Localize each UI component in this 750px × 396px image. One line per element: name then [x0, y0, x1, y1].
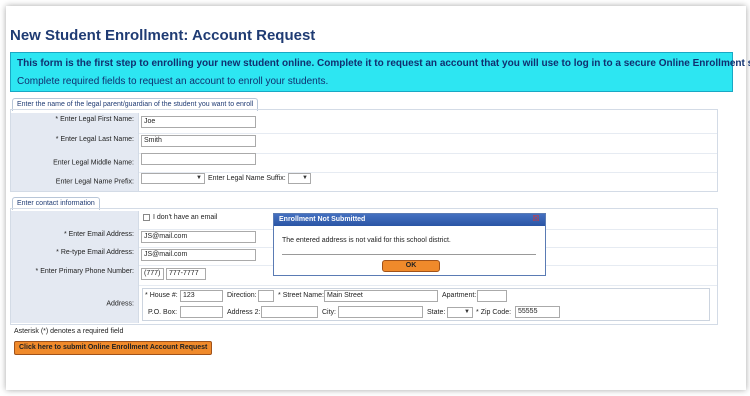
ok-button[interactable]: OK [382, 260, 440, 272]
street-input[interactable]: Main Street [324, 290, 438, 302]
required-note: Asterisk (*) denotes a required field [14, 328, 124, 335]
submit-button[interactable]: Click here to submit Online Enrollment A… [14, 341, 213, 355]
last-name-row: * Enter Legal Last Name: [11, 133, 717, 154]
city-input[interactable] [338, 306, 423, 318]
house-input[interactable]: 123 [180, 290, 223, 302]
banner-bold-text: This form is the first step to enrolling… [17, 58, 750, 69]
pobox-label: P.O. Box: [148, 309, 178, 316]
no-email-checkbox[interactable] [143, 214, 150, 221]
reemail-label: * Re-type Email Address: [11, 247, 139, 265]
phone-label: * Enter Primary Phone Number: [11, 265, 139, 285]
apartment-input[interactable] [477, 290, 507, 302]
city-label: City: [322, 309, 336, 316]
error-dialog: Enrollment Not Submitted ☒ The entered a… [273, 213, 546, 276]
suffix-label: Enter Legal Name Suffix: [208, 175, 286, 182]
state-select[interactable]: ▼ [447, 307, 473, 318]
zip-label: * Zip Code: [476, 309, 512, 316]
page-title: New Student Enrollment: Account Request [10, 27, 316, 44]
chevron-down-icon: ▼ [302, 175, 308, 181]
direction-input[interactable] [258, 290, 274, 302]
apartment-label: Apartment: [442, 292, 477, 299]
direction-label: Direction: [227, 292, 257, 299]
address2-input[interactable] [261, 306, 318, 318]
street-label: * Street Name: [278, 292, 324, 299]
state-label: State: [427, 309, 446, 316]
last-name-input[interactable]: Smith [141, 135, 256, 147]
zip-input[interactable]: 55555 [515, 306, 560, 318]
email-label: * Enter Email Address: [11, 229, 139, 247]
banner-text: Complete required fields to request an a… [17, 76, 329, 87]
middle-name-label: Enter Legal Middle Name: [11, 153, 139, 172]
dialog-body: The entered address is not valid for thi… [274, 226, 545, 275]
email-input[interactable]: JS@mail.com [141, 231, 256, 243]
info-banner: This form is the first step to enrolling… [10, 52, 750, 92]
address2-label: Address 2: [227, 309, 261, 316]
reemail-input[interactable]: JS@mail.com [141, 249, 256, 261]
last-name-label: * Enter Legal Last Name: [11, 133, 139, 153]
dialog-title: Enrollment Not Submitted [279, 216, 366, 223]
middle-name-input[interactable] [141, 153, 256, 165]
dialog-divider [282, 254, 536, 255]
address-label: Address: [11, 285, 139, 323]
chevron-down-icon: ▼ [464, 309, 470, 315]
prefix-row: Enter Legal Name Prefix: [11, 172, 717, 191]
dialog-header: Enrollment Not Submitted ☒ [274, 214, 545, 226]
prefix-select[interactable]: ▼ [141, 173, 205, 184]
dialog-message: The entered address is not valid for thi… [282, 237, 451, 244]
close-icon[interactable]: ☒ [532, 215, 540, 223]
first-name-row: * Enter Legal First Name: [11, 113, 717, 134]
no-email-spacer [11, 211, 139, 229]
parent-section: * Enter Legal First Name: * Enter Legal … [10, 109, 718, 192]
no-email-label: I don't have an email [153, 214, 218, 221]
phone-number-input[interactable]: 777-7777 [166, 268, 206, 280]
house-label: * House #: [145, 292, 178, 299]
phone-area-input[interactable]: (777) [141, 268, 164, 280]
middle-name-row: Enter Legal Middle Name: [11, 153, 717, 173]
first-name-input[interactable]: Joe [141, 116, 256, 128]
prefix-label: Enter Legal Name Prefix: [11, 172, 139, 191]
first-name-label: * Enter Legal First Name: [11, 113, 139, 133]
chevron-down-icon: ▼ [196, 175, 202, 181]
pobox-input[interactable] [180, 306, 223, 318]
suffix-select[interactable]: ▼ [288, 173, 311, 184]
